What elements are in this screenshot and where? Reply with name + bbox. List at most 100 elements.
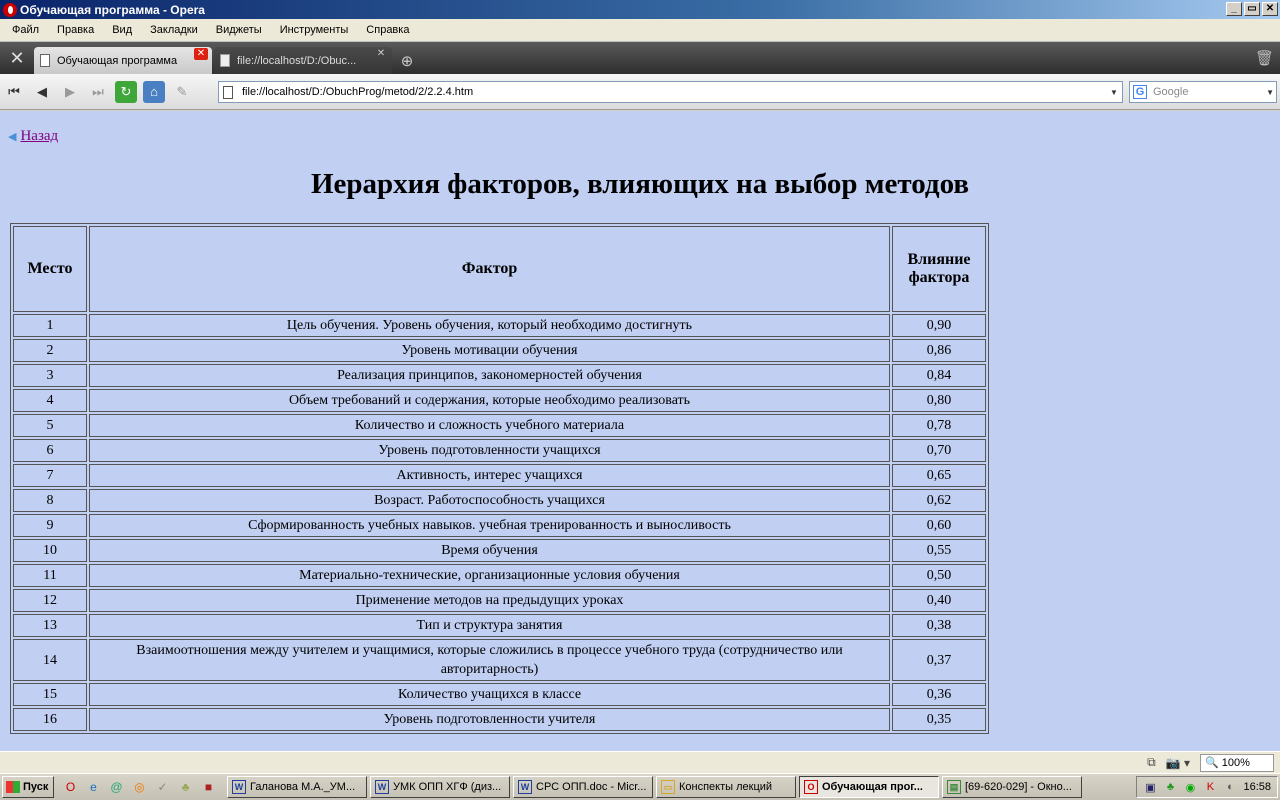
search-field[interactable]: G Google ▼ — [1129, 81, 1277, 103]
fast-forward-icon[interactable]: ⏭ — [84, 78, 112, 106]
reload-icon[interactable]: ↻ — [115, 80, 137, 103]
opera-icon[interactable]: O — [62, 779, 79, 796]
app-icon: ▤ — [947, 780, 961, 794]
cell-factor: Уровень мотивации обучения — [89, 339, 890, 362]
cell-influence: 0,86 — [892, 339, 986, 362]
kaspersky-icon[interactable]: K — [1203, 780, 1217, 794]
table-row: 16 Уровень подготовленности учителя 0,35 — [13, 708, 986, 731]
cell-factor: Взаимоотношения между учителем и учащими… — [89, 639, 890, 681]
taskbar-button[interactable]: O Обучающая прог... — [799, 776, 939, 798]
tab-label: file://localhost/D:/Obuc... — [237, 54, 357, 67]
app-icon[interactable]: ■ — [200, 779, 217, 796]
forward-icon[interactable]: ▶ — [56, 78, 84, 106]
cell-influence: 0,65 — [892, 464, 986, 487]
cell-place: 3 — [13, 364, 87, 387]
taskbar-button[interactable]: W УМК ОПП ХГФ (диз... — [370, 776, 510, 798]
status-bar: ⧉ 📷 ▾ 🔍 100% — [0, 751, 1280, 773]
tab-close-icon[interactable]: ✕ — [374, 48, 388, 60]
feather-icon[interactable]: ✓ — [154, 779, 171, 796]
tab-bar: ✕ Обучающая программа ✕ file://localhost… — [0, 42, 1280, 74]
new-tab-icon[interactable]: ⊕ — [394, 47, 420, 74]
menu-tools[interactable]: Инструменты — [271, 24, 358, 36]
clock: 16:58 — [1243, 781, 1271, 793]
zoom-value: 100% — [1221, 756, 1250, 769]
start-button[interactable]: Пуск — [2, 776, 54, 798]
navigation-toolbar: ⏮ ◀ ▶ ⏭ ↻ ⌂ ✎ file://localhost/D:/ObuchP… — [0, 74, 1280, 110]
tab-close-icon[interactable]: ✕ — [194, 48, 208, 60]
menu-widgets[interactable]: Виджеты — [207, 24, 271, 36]
menu-bookmarks[interactable]: Закладки — [141, 24, 207, 36]
taskbar-button-label: Галанова М.А._УМ... — [250, 781, 356, 793]
table-row: 3 Реализация принципов, закономерностей о… — [13, 364, 986, 387]
table-row: 4 Объем требований и содержания, которые … — [13, 389, 986, 412]
back-link-container: ◀ Назад — [8, 128, 58, 145]
camera-icon[interactable]: 📷 ▾ — [1166, 756, 1190, 770]
table-row: 8 Возраст. Работоспособность учащихся 0,62 — [13, 489, 986, 512]
rewind-icon[interactable]: ⏮ — [0, 78, 28, 106]
minimize-button[interactable]: _ — [1226, 2, 1242, 16]
page-content: ◀ Назад Иерархия факторов, влияющих на в… — [0, 111, 1280, 751]
taskbar-button[interactable]: ▤ [69-620-029] - Окно... — [942, 776, 1082, 798]
cell-place: 13 — [13, 614, 87, 637]
outlook-icon[interactable]: @ — [108, 779, 125, 796]
chat-icon[interactable]: ◎ — [131, 779, 148, 796]
cell-influence: 0,35 — [892, 708, 986, 731]
cell-place: 16 — [13, 708, 87, 731]
trash-icon[interactable]: 🗑 — [1255, 49, 1274, 67]
cell-influence: 0,50 — [892, 564, 986, 587]
cell-place: 9 — [13, 514, 87, 537]
quick-launch: O e @ ◎ ✓ ♣ ■ — [62, 779, 217, 796]
cell-place: 11 — [13, 564, 87, 587]
table-row: 7 Активность, интерес учащихся 0,65 — [13, 464, 986, 487]
tab-inactive[interactable]: file://localhost/D:/Obuc... ✕ — [214, 47, 392, 74]
word-icon: W — [375, 780, 389, 794]
window-title: Обучающая программа - Opera — [20, 2, 205, 17]
maximize-button[interactable]: ▭ — [1244, 2, 1260, 16]
table-row: 12 Применение методов на предыдущих урока… — [13, 589, 986, 612]
menu-bar: Файл Правка Вид Закладки Виджеты Инструм… — [0, 19, 1280, 42]
cell-factor: Сформированность учебных навыков. учебна… — [89, 514, 890, 537]
taskbar-button[interactable]: W Галанова М.А._УМ... — [227, 776, 367, 798]
cell-factor: Возраст. Работоспособность учащихся — [89, 489, 890, 512]
zoom-control[interactable]: 🔍 100% — [1200, 753, 1274, 772]
back-arrow-icon[interactable]: ◀ — [8, 130, 16, 143]
google-icon[interactable]: G — [1133, 85, 1147, 99]
taskbar-button[interactable]: ▭ Конспекты лекций — [656, 776, 796, 798]
cell-place: 12 — [13, 589, 87, 612]
menu-help[interactable]: Справка — [357, 24, 418, 36]
tab-active[interactable]: Обучающая программа ✕ — [34, 47, 212, 74]
taskbar-button[interactable]: W СРС ОПП.doc - Micr... — [513, 776, 653, 798]
table-body: 1 Цель обучения. Уровень обучения, которы… — [13, 314, 986, 731]
back-link[interactable]: Назад — [20, 128, 58, 145]
taskbar-button-label: СРС ОПП.doc - Micr... — [536, 781, 647, 793]
cell-factor: Реализация принципов, закономерностей об… — [89, 364, 890, 387]
page-icon — [223, 85, 233, 99]
people-icon[interactable]: ♣ — [177, 779, 194, 796]
back-icon[interactable]: ◀ — [28, 78, 56, 106]
antivirus-icon[interactable]: ◉ — [1183, 780, 1197, 794]
panel-toggle-icon[interactable]: ⧉ — [1147, 755, 1156, 770]
table-row: 5 Количество и сложность учебного материа… — [13, 414, 986, 437]
internet-explorer-icon[interactable]: e — [85, 779, 102, 796]
taskbar-button-label: [69-620-029] - Окно... — [965, 781, 1072, 793]
window-controls: _ ▭ ✕ — [1226, 2, 1278, 16]
menu-view[interactable]: Вид — [103, 24, 141, 36]
volume-icon[interactable]: ◐ — [1223, 780, 1237, 794]
address-dropdown-icon[interactable]: ▼ — [1106, 82, 1122, 102]
edit-pencil-icon[interactable]: ✎ — [168, 78, 196, 106]
close-button[interactable]: ✕ — [1262, 2, 1278, 16]
tools-icon[interactable]: ✕ — [0, 42, 34, 74]
network-icon[interactable]: ▣ — [1143, 780, 1157, 794]
table-row: 11 Материально-технические, организационн… — [13, 564, 986, 587]
menu-edit[interactable]: Правка — [48, 24, 103, 36]
search-dropdown-icon[interactable]: ▼ — [1266, 82, 1274, 102]
cell-factor: Материально-технические, организационные… — [89, 564, 890, 587]
page-title: Иерархия факторов, влияющих на выбор мет… — [310, 168, 970, 200]
home-icon[interactable]: ⌂ — [143, 80, 165, 103]
menu-file[interactable]: Файл — [3, 24, 48, 36]
shield-icon[interactable]: ♣ — [1163, 780, 1177, 794]
cell-place: 1 — [13, 314, 87, 337]
url-text[interactable]: file://localhost/D:/ObuchProg/metod/2/2.… — [242, 86, 473, 98]
address-field[interactable]: file://localhost/D:/ObuchProg/metod/2/2.… — [218, 81, 1123, 103]
table-row: 1 Цель обучения. Уровень обучения, которы… — [13, 314, 986, 337]
